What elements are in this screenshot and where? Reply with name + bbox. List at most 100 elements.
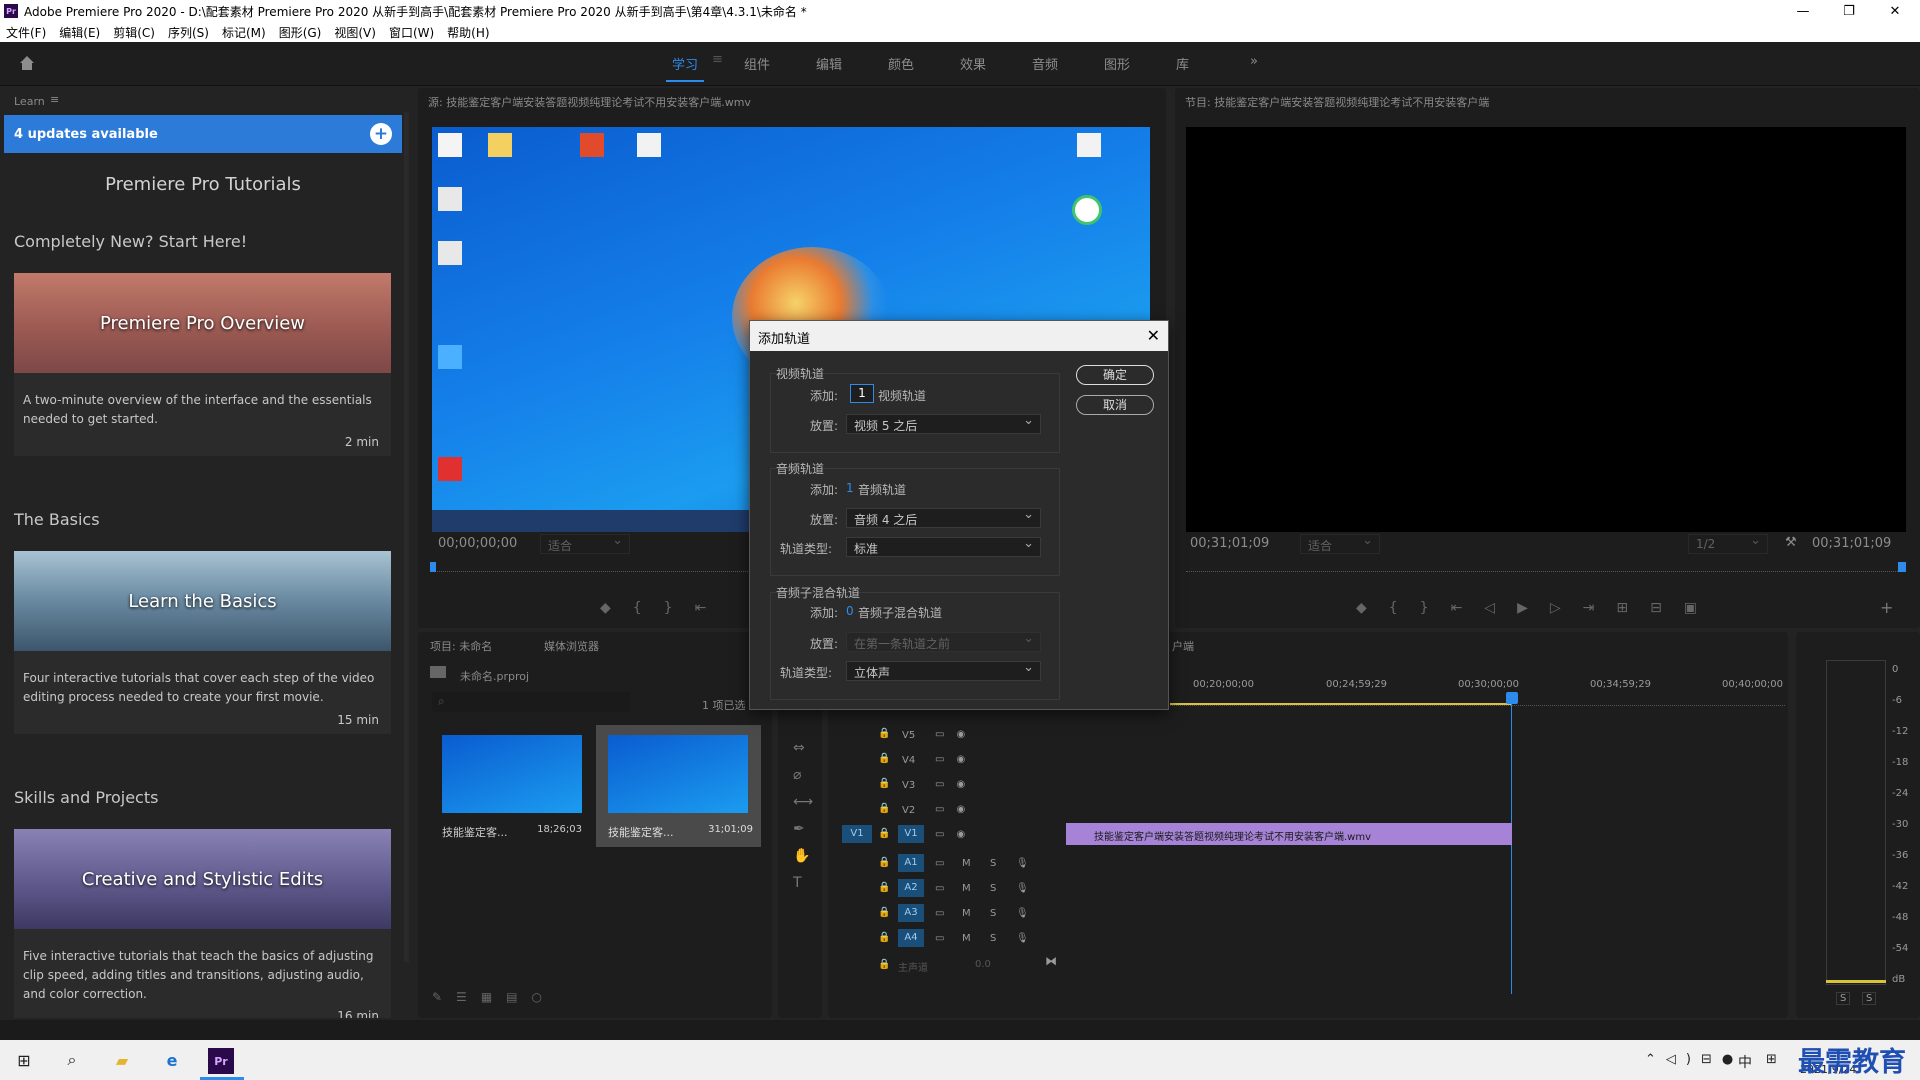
dialog-close-icon[interactable]: ✕ (1147, 326, 1160, 345)
tab-effects[interactable]: 效果 (960, 54, 986, 73)
solo-button[interactable]: S (990, 858, 996, 869)
windows-start-icon[interactable]: ⊞ (12, 1048, 36, 1072)
mic-icon[interactable]: 🎙 (1016, 858, 1029, 869)
tab-learn[interactable]: 学习 (665, 54, 705, 82)
program-video-frame[interactable] (1186, 127, 1906, 532)
solo-button[interactable]: S (990, 883, 996, 894)
menu-markers[interactable]: 标记(M) (222, 24, 266, 41)
project-tab[interactable]: 项目: 未命名 (430, 638, 492, 654)
program-fit-select[interactable]: 适合 (1300, 533, 1380, 554)
track-sync-icon[interactable]: ▭ (935, 858, 944, 869)
project-clip-item-selected[interactable]: 技能鉴定客... 31;01;09 (596, 725, 761, 847)
mic-icon[interactable]: 🎙 (1016, 933, 1029, 944)
mute-button[interactable]: M (962, 858, 971, 869)
lock-icon[interactable]: 🔒 (878, 932, 890, 943)
submix-type-select[interactable]: 立体声 (846, 660, 1041, 681)
program-resolution-select[interactable]: 1/2 (1688, 533, 1768, 554)
menu-window[interactable]: 窗口(W) (389, 24, 434, 41)
tools-list[interactable]: ⇔ ⌀ ⟷ ✒ ✋ T (793, 735, 813, 897)
mute-button[interactable]: M (962, 908, 971, 919)
lock-icon[interactable]: 🔒 (878, 959, 890, 970)
track-label-a4[interactable]: A4 (898, 929, 924, 947)
menu-sequence[interactable]: 序列(S) (168, 24, 209, 41)
audio-place-select[interactable]: 音频 4 之后 (846, 507, 1041, 528)
project-clip-item[interactable]: 技能鉴定客... 18;26;03 (430, 725, 590, 845)
menu-edit[interactable]: 编辑(E) (59, 24, 100, 41)
source-fit-select[interactable]: 适合 (540, 533, 630, 554)
track-label-a1[interactable]: A1 (898, 854, 924, 872)
solo-button[interactable]: S (990, 908, 996, 919)
add-icon[interactable]: + (370, 123, 392, 145)
video-add-count-input[interactable]: 1 (850, 384, 874, 403)
timeline-tab[interactable]: 户端 (1172, 638, 1194, 654)
track-sync-icon[interactable]: ▭ (935, 908, 944, 919)
track-controls[interactable]: ▭◉ (935, 754, 977, 765)
lock-icon[interactable]: 🔒 (878, 882, 890, 893)
lock-icon[interactable]: 🔒 (878, 778, 890, 789)
go-to-end-icon[interactable]: ⧓ (1045, 954, 1057, 968)
premiere-taskbar-icon[interactable]: Pr (208, 1048, 234, 1074)
lock-icon[interactable]: 🔒 (878, 857, 890, 868)
track-controls[interactable]: ▭◉ (935, 779, 977, 790)
cancel-button[interactable]: 取消 (1076, 395, 1154, 415)
add-button-icon[interactable]: + (1880, 598, 1893, 617)
source-patch-v1[interactable]: V1 (842, 825, 872, 843)
lock-icon[interactable]: 🔒 (878, 907, 890, 918)
track-label-a3[interactable]: A3 (898, 904, 924, 922)
tab-color[interactable]: 颜色 (888, 54, 914, 73)
submix-add-count-input[interactable]: 0 (846, 604, 854, 618)
wrench-icon[interactable]: ⚒ (1785, 535, 1797, 550)
audio-type-select[interactable]: 标准 (846, 536, 1041, 557)
tutorial-card[interactable]: Learn the Basics Four interactive tutori… (14, 551, 391, 734)
tab-graphics[interactable]: 图形 (1104, 54, 1130, 73)
meter-solo-left[interactable]: S (1836, 992, 1851, 1005)
lock-icon[interactable]: 🔒 (878, 828, 890, 839)
video-place-select[interactable]: 视频 5 之后 (846, 413, 1041, 434)
mic-icon[interactable]: 🎙 (1016, 883, 1029, 894)
program-transport-controls[interactable]: ◆{}⇤◁▶▷⇥⊞⊟▣ (1356, 600, 1719, 616)
edge-browser-icon[interactable]: e (160, 1048, 184, 1072)
program-playhead[interactable] (1898, 562, 1906, 572)
lock-icon[interactable]: 🔒 (878, 753, 890, 764)
keyboard-icon[interactable]: ⊞ (1766, 1052, 1777, 1067)
tab-audio[interactable]: 音频 (1032, 54, 1058, 73)
track-label-a2[interactable]: A2 (898, 879, 924, 897)
close-button[interactable]: ✕ (1872, 0, 1918, 22)
menu-help[interactable]: 帮助(H) (447, 24, 489, 41)
track-controls[interactable]: ▭◉ (935, 804, 977, 815)
tab-editing[interactable]: 编辑 (816, 54, 842, 73)
project-search-input[interactable]: ⌕ (432, 692, 630, 712)
search-icon[interactable]: ⌕ (60, 1048, 84, 1072)
menu-view[interactable]: 视图(V) (334, 24, 376, 41)
work-area-bar[interactable] (1170, 703, 1512, 705)
ime-indicator[interactable]: 中 (1738, 1052, 1752, 1072)
tutorial-card[interactable]: Creative and Stylistic Edits Five intera… (14, 829, 391, 1018)
panel-menu-icon[interactable]: ≡ (50, 93, 59, 106)
tutorial-card[interactable]: Premiere Pro Overview A two-minute overv… (14, 273, 391, 456)
solo-button[interactable]: S (990, 933, 996, 944)
track-label-v1[interactable]: V1 (898, 825, 924, 843)
lock-icon[interactable]: 🔒 (878, 728, 890, 739)
tab-libraries[interactable]: 库 (1176, 54, 1189, 73)
timeline-playhead-handle[interactable] (1506, 692, 1518, 704)
source-timecode[interactable]: 00;00;00;00 (438, 536, 517, 551)
mute-button[interactable]: M (962, 933, 971, 944)
mic-icon[interactable]: 🎙 (1016, 908, 1029, 919)
track-controls[interactable]: ▭◉ (935, 729, 977, 740)
learn-scrollbar[interactable] (404, 112, 409, 962)
updates-banner[interactable]: 4 updates available + (4, 115, 402, 153)
timeline-clip-v1[interactable]: 技能鉴定客户端安装答题视频纯理论考试不用安装客户端.wmv (1066, 823, 1512, 845)
system-tray-icons[interactable]: ⌃◁)⊟● (1645, 1052, 1743, 1067)
submix-place-select[interactable]: 在第一条轨道之前 (846, 631, 1041, 652)
meter-solo-right[interactable]: S (1862, 992, 1877, 1005)
file-explorer-icon[interactable]: ▰ (110, 1048, 134, 1072)
menu-clip[interactable]: 剪辑(C) (113, 24, 155, 41)
menu-file[interactable]: 文件(F) (6, 24, 46, 41)
home-icon[interactable] (18, 54, 36, 72)
source-transport-controls[interactable]: ◆{}⇤ (600, 600, 728, 616)
source-playhead[interactable] (430, 562, 436, 572)
lock-icon[interactable]: 🔒 (878, 803, 890, 814)
program-timecode[interactable]: 00;31;01;09 (1190, 536, 1269, 551)
program-scrubber[interactable] (1186, 566, 1906, 572)
workspace-overflow-button[interactable]: » (1250, 54, 1258, 69)
